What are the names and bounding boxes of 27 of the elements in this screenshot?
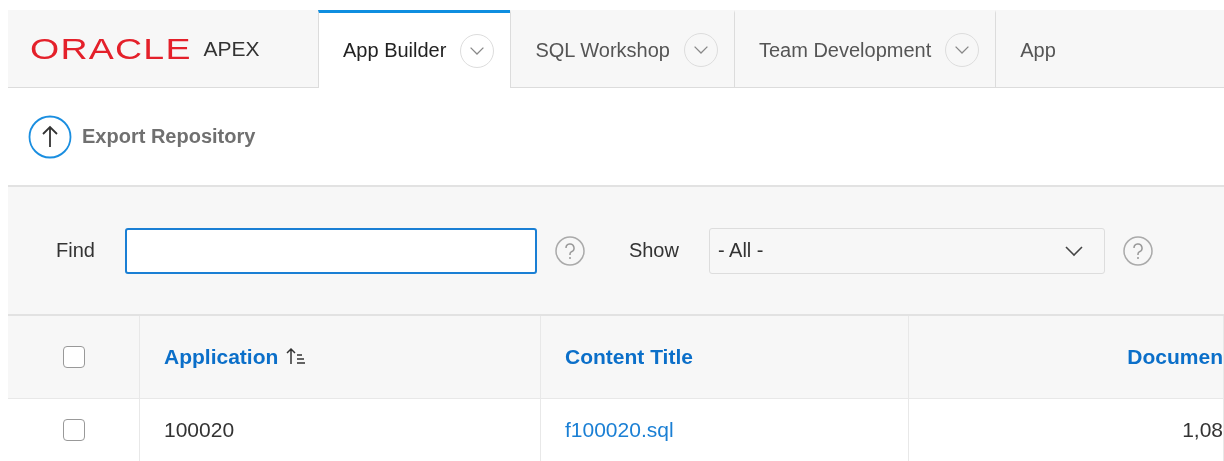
chevron-down-icon <box>954 45 971 55</box>
chevron-down-icon <box>469 45 486 56</box>
table-cell: 1,08 <box>1182 418 1223 442</box>
nav-tab[interactable]: SQL Workshop <box>510 10 734 87</box>
logo-brand: ORACLE <box>30 31 192 66</box>
nav-tab[interactable]: Team Development <box>733 10 996 87</box>
logo[interactable]: ORACLE APEX <box>8 10 318 87</box>
checkbox[interactable] <box>62 346 85 368</box>
help-icon[interactable] <box>1122 235 1153 266</box>
nav-tab[interactable]: App <box>995 10 1072 87</box>
find-field[interactable] <box>124 227 537 274</box>
help-icon[interactable] <box>554 235 585 266</box>
column-header[interactable]: Content Title <box>565 345 693 369</box>
export-button[interactable]: Export Repository <box>28 114 256 159</box>
logo-product: APEX <box>203 36 260 61</box>
show-select[interactable]: - All - <box>708 227 1105 274</box>
table-cell: 100020 <box>164 418 235 442</box>
find-label: Find <box>56 239 95 262</box>
show-label: Show <box>628 239 679 262</box>
checkbox[interactable] <box>62 419 85 441</box>
chevron-down-icon <box>692 45 709 55</box>
file-link[interactable]: f100020.sql <box>565 418 674 442</box>
chevron-down-icon <box>1063 244 1084 257</box>
column-header[interactable]: Application <box>164 345 307 369</box>
nav-tab[interactable]: App Builder <box>318 10 511 88</box>
column-header[interactable]: Documen <box>1127 345 1223 369</box>
sort-ascending-icon <box>286 346 307 366</box>
